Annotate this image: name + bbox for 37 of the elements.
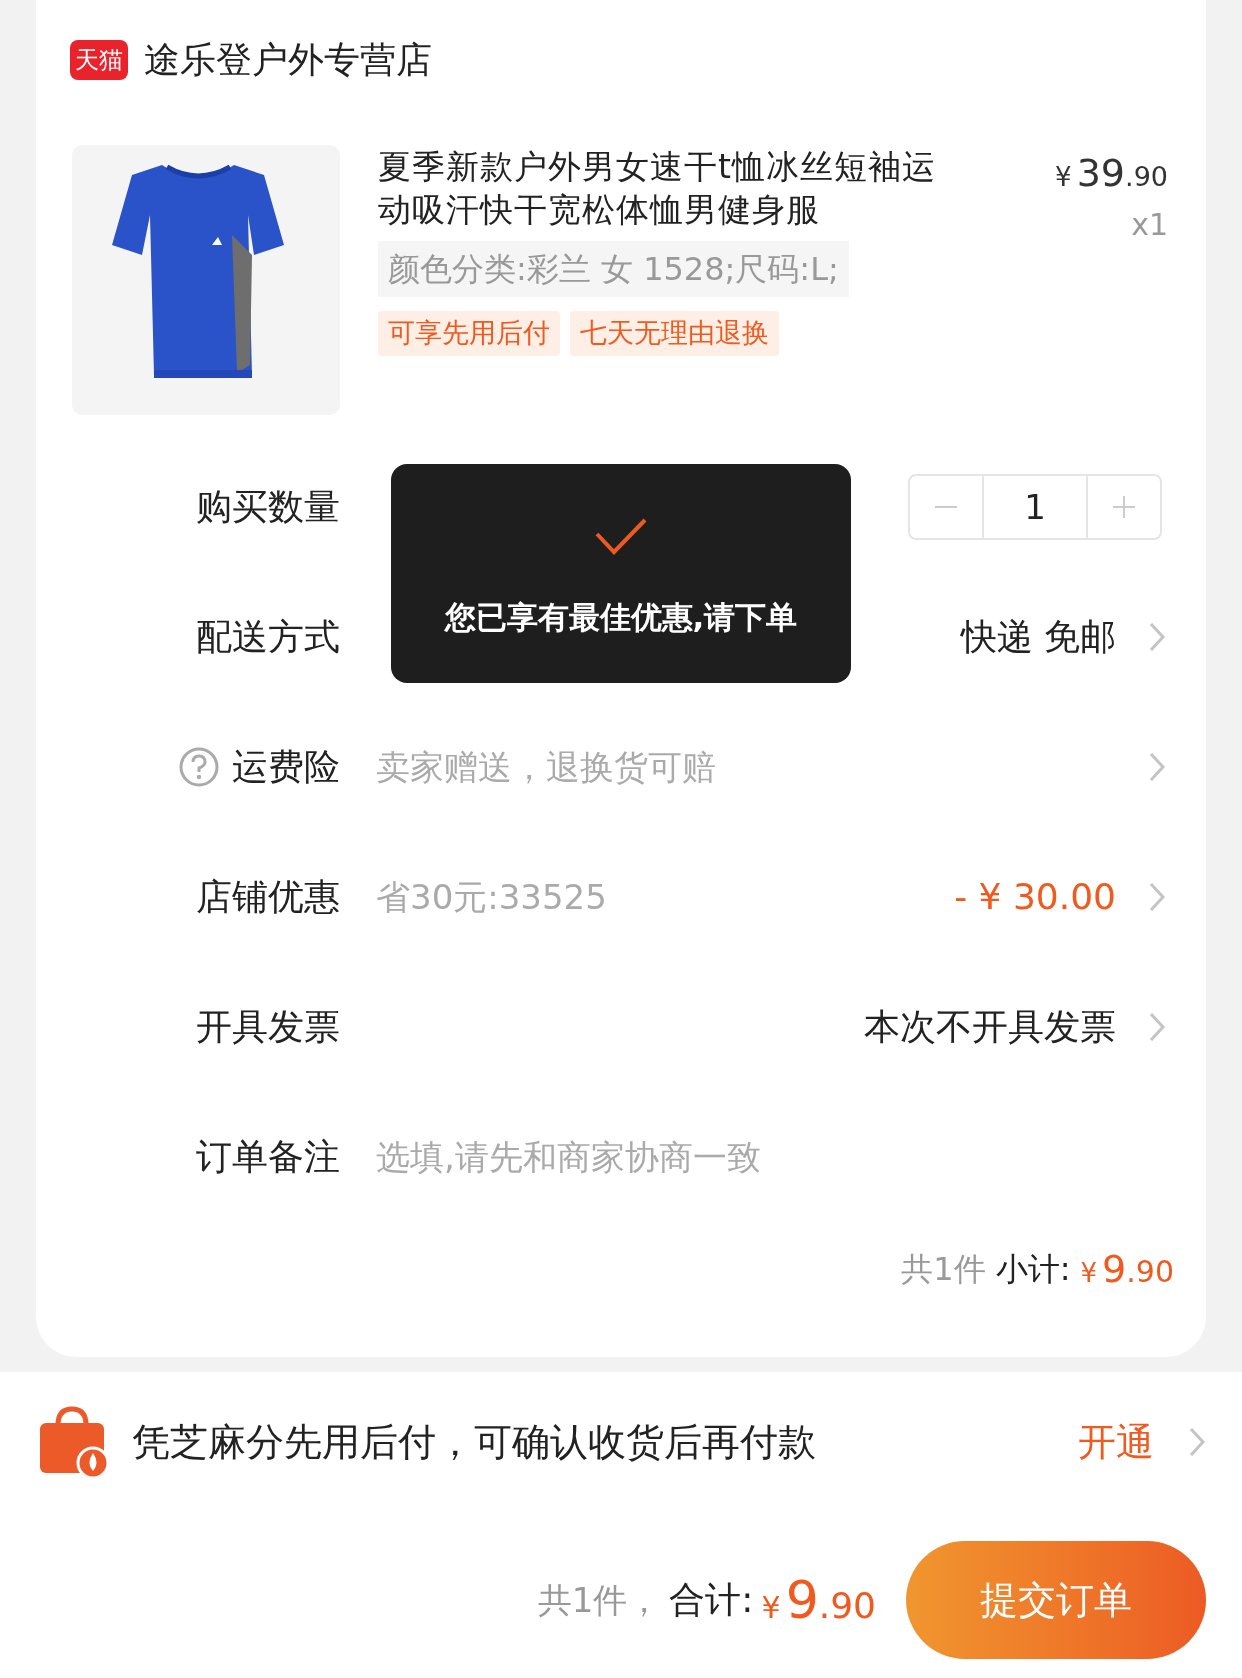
subtotal-label: 小计:: [995, 1249, 1071, 1290]
chevron-right-icon: [1148, 621, 1166, 653]
row-hint: 省30元:33525: [376, 875, 607, 919]
chevron-right-icon: [1188, 1426, 1206, 1458]
row-value: - ¥ 30.00: [954, 875, 1116, 919]
item-count: 共1件: [901, 1249, 986, 1290]
quantity-text: x1: [1131, 206, 1168, 244]
total-price: ¥9.90: [761, 1569, 876, 1632]
store-name[interactable]: 途乐登户外专营店: [144, 33, 432, 87]
row-label: 运费险: [232, 745, 340, 789]
row-hint: 卖家赠送，退换货可赔: [376, 745, 716, 789]
row-value: 本次不开具发票: [864, 1005, 1116, 1049]
service-tag: 七天无理由退换: [570, 311, 779, 356]
row-value: 快递 免邮: [960, 615, 1116, 659]
product-price: ¥39.90: [1055, 150, 1168, 197]
item-count: 共1件，: [537, 1578, 662, 1622]
row-label: 购买数量: [196, 485, 340, 529]
checkmark-icon: [594, 516, 648, 556]
row-label: 开具发票: [196, 1005, 340, 1049]
toast-message: 您已享有最佳优惠,请下单: [444, 598, 798, 637]
chevron-right-icon: [1148, 881, 1166, 913]
shopping-bag-icon: [38, 1405, 110, 1479]
row-label: 店铺优惠: [196, 875, 340, 919]
note-field[interactable]: 选填,请先和商家协商一致: [376, 1131, 1136, 1183]
chevron-right-icon: [1148, 1011, 1166, 1043]
help-icon[interactable]: [178, 746, 220, 788]
row-label: 订单备注: [196, 1135, 340, 1179]
subtotal-price: ¥9.90: [1080, 1245, 1174, 1293]
product-title[interactable]: 夏季新款户外男女速干t恤冰丝短袖运动吸汗快干宽松体恤男健身服: [378, 145, 968, 231]
service-tag: 可享先用后付: [378, 311, 560, 356]
plus-icon: [1113, 496, 1135, 518]
total-label: 合计:: [669, 1578, 754, 1622]
row-label: 配送方式: [196, 615, 340, 659]
chevron-right-icon: [1148, 751, 1166, 783]
pay-later-text: 凭芝麻分先用后付，可确认收货后再付款: [132, 1418, 816, 1466]
minus-icon: [935, 506, 957, 508]
tmall-badge: 天猫: [70, 40, 128, 80]
